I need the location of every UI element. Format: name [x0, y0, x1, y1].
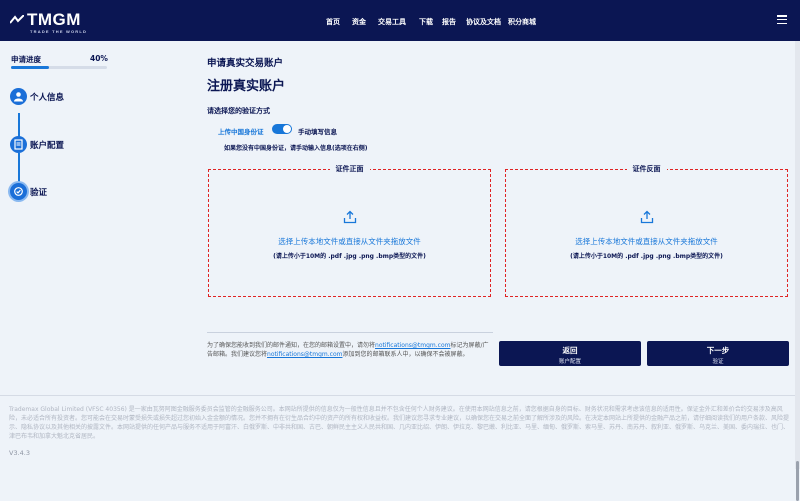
- verify-icon: [14, 187, 23, 196]
- upload-id-back[interactable]: 证件反面 选择上传本地文件或直接从文件夹拖放文件 (请上传小于10M的 .pdf…: [505, 164, 788, 297]
- progress-label: 申请进度: [11, 55, 41, 64]
- option-manual-entry[interactable]: 手动填写信息: [298, 126, 337, 136]
- verify-method-toggle[interactable]: [272, 124, 292, 134]
- scrollbar-thumb[interactable]: [796, 461, 799, 501]
- next-button-label: 下一步: [706, 346, 730, 355]
- notice-text: 为了确保您能收到我们的邮件通知，在您的邮箱设置中，请勿将: [207, 342, 376, 349]
- version-label: V3.4.3: [9, 449, 30, 457]
- back-button-sub: 账户配置: [558, 359, 581, 365]
- next-button[interactable]: 下一步 验证: [647, 341, 789, 366]
- verify-hint: 如果您没有中国身份证，请手动输入信息(选项在右侧): [224, 145, 368, 152]
- upload-instruction[interactable]: 选择上传本地文件或直接从文件夹拖放文件: [209, 236, 490, 247]
- back-button-label: 返回: [562, 346, 578, 355]
- nav-download[interactable]: 下载: [419, 17, 433, 27]
- page-title: 注册真实账户: [207, 79, 286, 94]
- nav-home[interactable]: 首页: [326, 17, 340, 27]
- document-icon: [14, 139, 23, 150]
- footer-divider: [0, 395, 800, 396]
- page-scrollbar[interactable]: [795, 41, 800, 501]
- email-notice: 为了确保您能收到我们的邮件通知，在您的邮箱设置中，请勿将notification…: [207, 341, 493, 359]
- upload-file-requirements: (请上传小于10M的 .pdf .jpg .png .bmp类型的文件): [273, 253, 426, 260]
- step-personal-info[interactable]: 个人信息: [30, 91, 64, 103]
- next-button-sub: 验证: [712, 359, 724, 365]
- option-upload-id[interactable]: 上传中国身份证: [218, 126, 264, 136]
- step-document-icon: [10, 136, 27, 153]
- upload-caption: 证件正面: [329, 164, 370, 174]
- step-verify-icon: [10, 183, 27, 200]
- footer-disclaimer: Trademax Global Limited (VFSC 40356) 是一家…: [9, 406, 790, 440]
- step-connector: [18, 113, 20, 137]
- step-user-icon: [10, 88, 27, 105]
- progress-value: 40%: [90, 54, 108, 63]
- notice-email-link[interactable]: notifications@tmgm.com: [375, 342, 450, 349]
- upload-instruction[interactable]: 选择上传本地文件或直接从文件夹拖放文件: [506, 236, 787, 247]
- upload-icon: [640, 210, 653, 224]
- progress-sidebar: 申请进度 40% 个人信息 账户配置 验证: [0, 41, 120, 221]
- nav-agreements[interactable]: 协议及文档: [466, 17, 501, 27]
- page-subtitle: 申请真实交易账户: [207, 58, 284, 69]
- toggle-knob: [283, 125, 291, 133]
- progress-bar-fill: [11, 66, 50, 69]
- notice-email-link[interactable]: notifications@tmgm.com: [267, 351, 342, 358]
- progress-bar: [11, 66, 107, 69]
- back-button[interactable]: 返回 账户配置: [499, 341, 641, 366]
- upload-icon: [343, 210, 356, 224]
- top-header: TMGM TRADE THE WORLD 首页 资金 交易工具 下载 报告 协议…: [0, 0, 800, 41]
- notice-text: 添加到您的邮箱联系人中，以确保不会被屏蔽。: [342, 351, 469, 358]
- verify-method-label: 请选择您的验证方式: [207, 107, 270, 115]
- divider: [207, 332, 493, 333]
- main-nav: 首页 资金 交易工具 下载 报告 协议及文档 积分商城: [0, 17, 800, 27]
- nav-funds[interactable]: 资金: [352, 17, 366, 27]
- step-account-config[interactable]: 账户配置: [30, 139, 64, 151]
- upload-id-front[interactable]: 证件正面 选择上传本地文件或直接从文件夹拖放文件 (请上传小于10M的 .pdf…: [208, 164, 491, 297]
- hamburger-menu-icon[interactable]: [777, 15, 787, 25]
- logo-tagline: TRADE THE WORLD: [30, 29, 88, 34]
- step-verification[interactable]: 验证: [30, 186, 47, 198]
- nav-reports[interactable]: 报告: [442, 17, 456, 27]
- user-icon: [14, 92, 23, 102]
- upload-caption: 证件反面: [626, 164, 667, 174]
- nav-trading-tools[interactable]: 交易工具: [378, 17, 406, 27]
- nav-points-mall[interactable]: 积分商城: [508, 17, 536, 27]
- step-connector: [18, 153, 20, 183]
- upload-file-requirements: (请上传小于10M的 .pdf .jpg .png .bmp类型的文件): [570, 253, 723, 260]
